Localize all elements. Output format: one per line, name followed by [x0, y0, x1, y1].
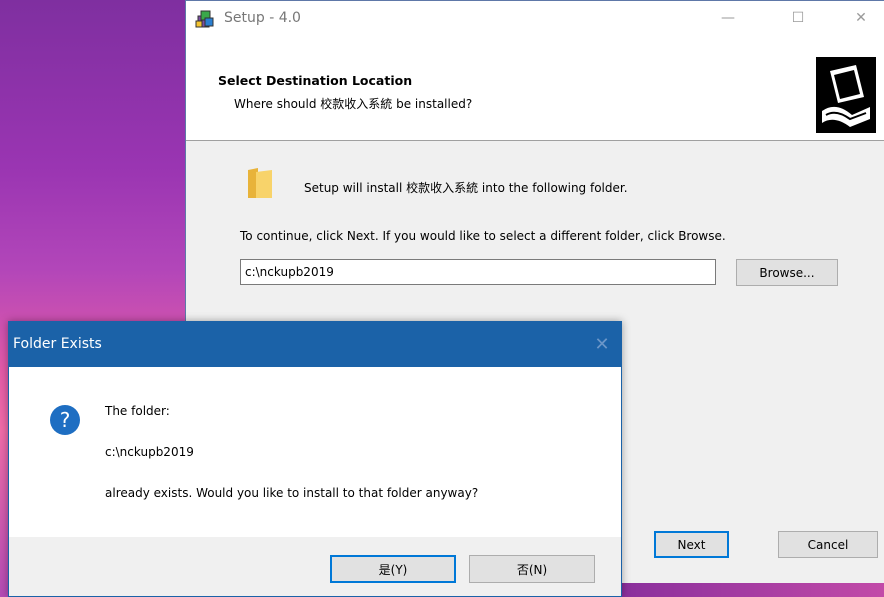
minimize-button[interactable]: —: [705, 1, 751, 35]
dialog-close-button[interactable]: ✕: [587, 330, 617, 358]
install-description: Setup will install 校款收入系統 into the follo…: [304, 181, 628, 195]
svg-text:?: ?: [60, 408, 71, 432]
desktop-wallpaper-strip: [620, 582, 884, 597]
cancel-button[interactable]: Cancel: [778, 531, 878, 558]
page-title: Select Destination Location: [218, 73, 413, 88]
dialog-message-line3: already exists. Would you like to instal…: [105, 486, 479, 500]
question-icon: ?: [50, 405, 80, 435]
setup-app-icon: [195, 10, 214, 28]
close-button[interactable]: ✕: [838, 1, 884, 35]
dialog-title: Folder Exists: [13, 336, 102, 352]
continue-instructions: To continue, click Next. If you would li…: [240, 229, 726, 243]
next-button[interactable]: Next: [654, 531, 729, 558]
dialog-message-line1: The folder:: [105, 404, 170, 418]
browse-button[interactable]: Browse...: [736, 259, 838, 286]
no-button[interactable]: 否(N): [469, 555, 595, 583]
folder-icon: [248, 168, 272, 198]
page-subtitle: Where should 校款收入系統 be installed?: [234, 97, 473, 111]
setup-window-title: Setup - 4.0: [224, 10, 301, 26]
yes-button[interactable]: 是(Y): [330, 555, 456, 583]
maximize-button[interactable]: ☐: [775, 1, 821, 35]
folder-exists-dialog: Folder Exists ✕ ? The folder: c:\nckupb2…: [8, 321, 622, 597]
setup-titlebar[interactable]: Setup - 4.0 — ☐ ✕: [186, 1, 884, 35]
wizard-header: Select Destination Location Where should…: [186, 35, 884, 141]
dialog-folder-path: c:\nckupb2019: [105, 445, 194, 459]
dialog-button-bar: 是(Y) 否(N): [9, 537, 621, 596]
dialog-titlebar[interactable]: Folder Exists ✕: [9, 322, 621, 367]
destination-path-input[interactable]: [240, 259, 716, 285]
wizard-computer-icon: [816, 57, 876, 133]
